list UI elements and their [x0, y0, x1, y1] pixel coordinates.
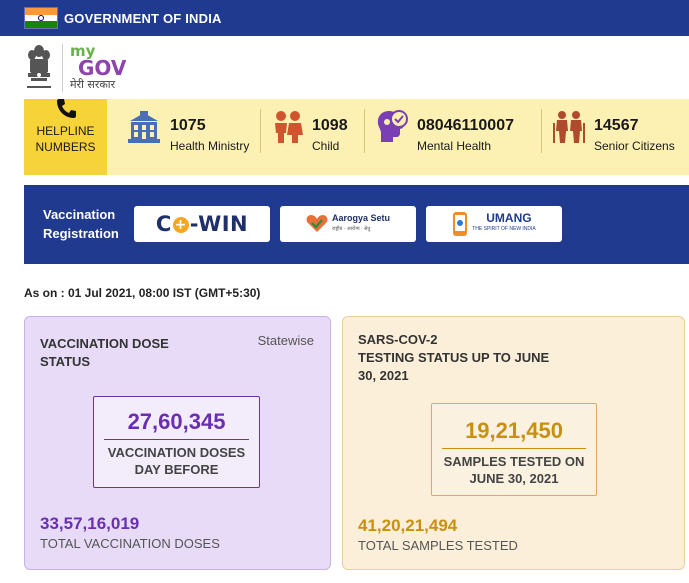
umang-name: UMANG	[486, 211, 532, 225]
phone-icon	[57, 99, 76, 118]
vaccination-status-card: VACCINATION DOSE STATUS Statewise 27,60,…	[24, 316, 331, 570]
senior-citizens-icon	[553, 111, 585, 143]
umang-logo: UMANG THE SPIRIT OF NEW INDIA	[452, 211, 536, 237]
statewise-link[interactable]: Statewise	[258, 333, 314, 348]
as-on-timestamp: As on : 01 Jul 2021, 08:00 IST (GMT+5:30…	[24, 286, 261, 300]
testing-card-title: SARS-COV-2 TESTING STATUS UP TO JUNE 30,…	[358, 331, 549, 385]
helpline-divider	[260, 109, 261, 153]
vaccination-day-before-value: 27,60,345	[127, 409, 226, 434]
helpline-label-text: Mental Health	[417, 139, 492, 153]
helpline-number: 1075	[170, 117, 206, 134]
gov-title[interactable]: GOVERNMENT OF INDIA	[64, 11, 222, 26]
state-emblem-icon[interactable]	[22, 42, 56, 94]
helpline-label-text: Senior Citizens	[594, 139, 675, 153]
total-samples-value: 41,20,21,494	[358, 516, 458, 535]
cowin-c: C	[155, 212, 172, 236]
helpline-label-text: Health Ministry	[170, 139, 250, 153]
helpline-divider	[364, 109, 365, 153]
helpline-label-line1: HELPLINE	[36, 124, 95, 138]
vaccination-registration-line2: Registration	[43, 226, 119, 241]
umang-button[interactable]: UMANG THE SPIRIT OF NEW INDIA	[426, 206, 562, 242]
helpline-label-text: Child	[312, 139, 340, 153]
cowin-plus-icon: +	[172, 217, 189, 233]
mobile-phone-icon	[453, 212, 468, 236]
cowin-rest: -WIN	[189, 212, 249, 236]
india-flag-icon	[24, 7, 58, 29]
vaccination-registration-line1: Vaccination	[43, 207, 116, 222]
helpline-strip: HELPLINE NUMBERS 1075 Health Ministry 10…	[24, 99, 689, 175]
testing-title-line2: TESTING STATUS UP TO JUNE	[358, 350, 550, 365]
helpline-item-health-ministry[interactable]: 1075 Health Ministry	[126, 109, 256, 155]
testing-status-card: SARS-COV-2 TESTING STATUS UP TO JUNE 30,…	[342, 316, 685, 570]
cowin-button[interactable]: C + -WIN	[134, 206, 270, 242]
testing-title-line3: 30, 2021	[358, 368, 409, 383]
cowin-logo: C + -WIN	[156, 212, 248, 236]
vaccination-title-line2: STATUS	[40, 354, 91, 369]
hospital-icon	[128, 111, 160, 143]
mental-health-icon	[377, 110, 408, 142]
logo-divider	[62, 44, 63, 92]
divider-line	[442, 448, 586, 449]
aarogya-setu-logo: Aarogya Setu राष्ट्रीय · आरोग्य · सेतु	[306, 213, 390, 235]
vaccination-day-before-label-line2: DAY BEFORE	[134, 462, 219, 477]
helpline-label-line2: NUMBERS	[35, 140, 96, 154]
mygov-logo[interactable]: my GOV मेरी सरकार	[70, 44, 126, 92]
testing-title-line1: SARS-COV-2	[358, 332, 438, 347]
helpline-item-mental-health[interactable]: 08046110007 Mental Health	[375, 109, 539, 155]
vaccination-title-line1: VACCINATION DOSE	[40, 336, 169, 351]
mygov-gov: GOV	[78, 56, 127, 80]
helpline-divider	[541, 109, 542, 153]
vaccination-registration-bar: Vaccination Registration C + -WIN Aarogya …	[24, 185, 689, 264]
mygov-tagline: मेरी सरकार	[70, 78, 116, 91]
aarogya-setu-button[interactable]: Aarogya Setu राष्ट्रीय · आरोग्य · सेतु	[280, 206, 416, 242]
aarogya-setu-subtitle: राष्ट्रीय · आरोग्य · सेतु	[331, 226, 371, 232]
children-icon	[275, 111, 303, 143]
helpline-item-child[interactable]: 1098 Child	[270, 109, 360, 155]
samples-tested-day-label-line2: JUNE 30, 2021	[469, 471, 559, 486]
samples-tested-day-value: 19,21,450	[465, 418, 563, 443]
vaccination-card-title: VACCINATION DOSE STATUS	[40, 335, 169, 371]
vaccination-day-before-label-line1: VACCINATION DOSES	[107, 445, 246, 460]
samples-tested-day-box: 19,21,450 SAMPLES TESTED ON JUNE 30, 202…	[431, 403, 597, 496]
helpline-number: 08046110007	[417, 117, 514, 134]
divider-line	[104, 439, 249, 440]
heart-icon	[306, 215, 328, 232]
logo-bar: my GOV मेरी सरकार	[0, 36, 689, 101]
umang-subtitle: THE SPIRIT OF NEW INDIA	[472, 226, 536, 232]
helpline-item-senior-citizens[interactable]: 14567 Senior Citizens	[552, 109, 689, 155]
total-vaccination-label: TOTAL VACCINATION DOSES	[40, 536, 220, 551]
gov-top-bar: GOVERNMENT OF INDIA	[0, 0, 689, 36]
aarogya-setu-name: Aarogya Setu	[331, 213, 391, 223]
total-samples-label: TOTAL SAMPLES TESTED	[358, 538, 518, 553]
helpline-number: 14567	[594, 117, 639, 134]
vaccination-registration-label: Vaccination Registration	[43, 205, 119, 243]
helpline-number: 1098	[312, 117, 348, 134]
vaccination-day-before-box: 27,60,345 VACCINATION DOSES DAY BEFORE	[93, 396, 260, 488]
total-vaccination-value: 33,57,16,019	[40, 514, 140, 533]
helpline-label: HELPLINE NUMBERS	[24, 99, 107, 175]
samples-tested-day-label-line1: SAMPLES TESTED ON	[443, 454, 585, 469]
